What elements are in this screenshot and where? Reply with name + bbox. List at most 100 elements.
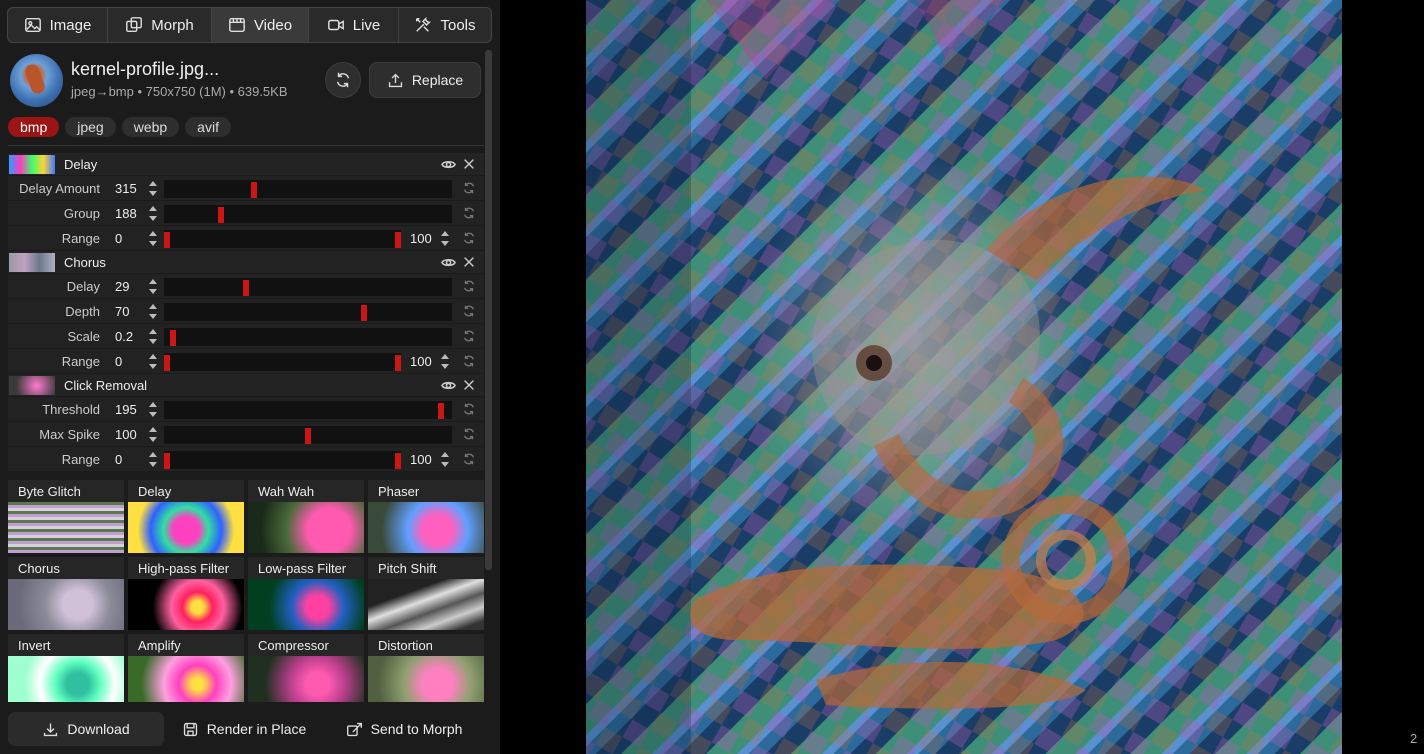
replace-button[interactable]: Replace [369,62,481,98]
slider-handle[interactable] [170,330,176,346]
effect-card-phaser[interactable]: Phaser [368,480,484,553]
effect-card-pitch-shift[interactable]: Pitch Shift [368,557,484,630]
param-value-input[interactable]: 315 [115,181,145,196]
tab-video[interactable]: Video [211,7,309,43]
tab-image[interactable]: Image [7,7,108,43]
tab-live[interactable]: Live [308,7,399,43]
refresh-button[interactable] [325,62,361,98]
format-chip-avif[interactable]: avif [185,117,231,137]
eye-icon[interactable] [441,255,456,270]
param-slider[interactable] [164,205,452,223]
param-value-input[interactable]: 0.2 [115,329,145,344]
param-value-input[interactable]: 70 [115,304,145,319]
param-value-input[interactable]: 29 [115,279,145,294]
range-min-handle[interactable] [164,453,170,469]
reset-icon[interactable] [462,452,476,466]
close-icon[interactable] [462,157,476,171]
param-slider[interactable] [164,401,452,419]
effect-card-wah-wah[interactable]: Wah Wah [248,480,364,553]
param-max-stepper[interactable] [440,229,450,248]
param-stepper[interactable] [148,277,158,296]
panel-scrollbar[interactable] [485,50,492,570]
slider-handle[interactable] [305,428,311,444]
param-stepper[interactable] [148,179,158,198]
effect-header-click-removal[interactable]: Click Removal [8,374,484,397]
param-stepper[interactable] [148,302,158,321]
param-slider[interactable] [164,328,452,346]
effect-card-byte-glitch[interactable]: Byte Glitch [8,480,124,553]
param-max-value-input[interactable]: 100 [410,452,432,467]
reset-icon[interactable] [462,206,476,220]
reset-icon[interactable] [462,279,476,293]
download-label: Download [67,721,130,737]
eye-icon[interactable] [441,378,456,393]
slider-handle[interactable] [218,207,224,223]
param-value-input[interactable]: 0 [115,452,145,467]
tab-morph[interactable]: Morph [107,7,212,43]
close-icon[interactable] [462,255,476,269]
format-chip-bmp[interactable]: bmp [8,117,60,137]
effect-card-chorus[interactable]: Chorus [8,557,124,630]
effect-card-delay[interactable]: Delay [128,480,244,553]
effect-card-high-pass-filter[interactable]: High-pass Filter [128,557,244,630]
param-max-value-input[interactable]: 100 [410,354,432,369]
slider-handle[interactable] [361,305,367,321]
image-canvas[interactable] [586,0,1342,754]
range-min-handle[interactable] [164,232,170,248]
effect-card-distortion[interactable]: Distortion [368,634,484,702]
camera-icon [327,19,344,31]
reset-icon[interactable] [462,181,476,195]
effect-header-chorus[interactable]: Chorus [8,251,484,274]
reset-icon[interactable] [462,427,476,441]
effect-card-amplify[interactable]: Amplify [128,634,244,702]
effect-card-label: Invert [18,638,51,653]
param-stepper[interactable] [148,450,158,469]
range-max-handle[interactable] [395,355,401,371]
effect-header-delay[interactable]: Delay [8,153,484,176]
tab-tools[interactable]: Tools [398,7,492,43]
format-chip-webp[interactable]: webp [121,117,180,137]
param-value-input[interactable]: 188 [115,206,145,221]
effect-card-invert[interactable]: Invert [8,634,124,702]
reset-icon[interactable] [462,354,476,368]
param-value-input[interactable]: 0 [115,231,145,246]
effect-card-low-pass-filter[interactable]: Low-pass Filter [248,557,364,630]
eye-icon[interactable] [441,157,456,172]
tab-tools-label: Tools [440,16,476,34]
format-chip-jpeg[interactable]: jpeg [65,117,116,137]
slider-handle[interactable] [243,280,249,296]
param-value-input[interactable]: 0 [115,354,145,369]
range-slider[interactable] [164,230,401,248]
range-min-handle[interactable] [164,355,170,371]
param-max-stepper[interactable] [440,450,450,469]
slider-handle[interactable] [251,182,257,198]
param-value-input[interactable]: 100 [115,427,145,442]
param-stepper[interactable] [148,229,158,248]
range-slider[interactable] [164,451,401,469]
param-max-stepper[interactable] [440,352,450,371]
param-slider[interactable] [164,426,452,444]
effect-card-compressor[interactable]: Compressor [248,634,364,702]
close-icon[interactable] [462,378,476,392]
param-stepper[interactable] [148,425,158,444]
param-stepper[interactable] [148,204,158,223]
range-max-handle[interactable] [395,453,401,469]
param-slider[interactable] [164,180,452,198]
reset-icon[interactable] [462,329,476,343]
reset-icon[interactable] [462,231,476,245]
range-max-handle[interactable] [395,232,401,248]
param-stepper[interactable] [148,400,158,419]
param-max-value-input[interactable]: 100 [410,231,432,246]
param-slider[interactable] [164,278,452,296]
download-button[interactable]: Download [8,712,164,746]
param-slider[interactable] [164,303,452,321]
reset-icon[interactable] [462,304,476,318]
param-stepper[interactable] [148,352,158,371]
send-to-morph-button[interactable]: Send to Morph [324,712,484,746]
render-in-place-button[interactable]: Render in Place [164,712,324,746]
param-stepper[interactable] [148,327,158,346]
range-slider[interactable] [164,353,401,371]
reset-icon[interactable] [462,402,476,416]
param-value-input[interactable]: 195 [115,402,145,417]
slider-handle[interactable] [438,403,444,419]
